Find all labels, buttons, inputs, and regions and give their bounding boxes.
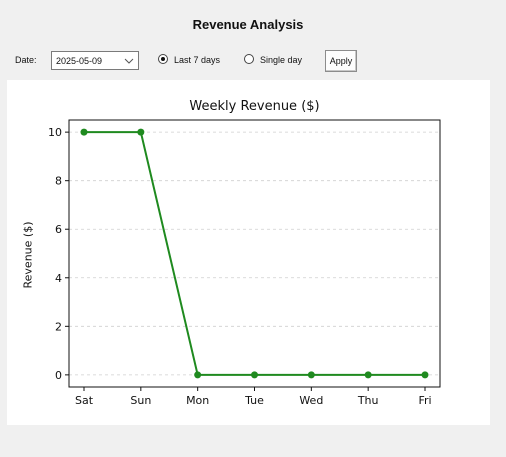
y-tick-label: 2	[55, 320, 62, 333]
data-point	[251, 371, 258, 379]
date-label: Date:	[15, 55, 37, 65]
x-tick-label: Tue	[244, 394, 264, 407]
y-tick-label: 10	[48, 126, 62, 139]
chevron-down-icon	[124, 58, 134, 64]
date-select-value: 2025-05-09	[56, 56, 103, 66]
data-point	[80, 128, 88, 136]
x-tick-label: Sun	[130, 394, 151, 407]
line-chart: 0 2 4 6 8 10 Sat Sun Mon Tue Wed Thu Fri	[48, 119, 441, 407]
x-tick-label: Mon	[186, 394, 209, 407]
radio-last-7-days[interactable]: Last 7 days	[158, 54, 228, 68]
radio-last-7-days-indicator	[158, 54, 168, 64]
x-tick-label: Thu	[357, 394, 379, 407]
chart-panel: Weekly Revenue ($) Revenue ($) 0 2 4 6 8 10 Sa…	[7, 80, 490, 425]
y-tick-label: 8	[55, 175, 62, 188]
radio-single-day[interactable]: Single day	[244, 54, 310, 68]
data-point	[364, 371, 372, 379]
data-point	[194, 371, 202, 379]
x-tick-label: Wed	[299, 394, 323, 407]
controls-bar: Date: 2025-05-09 Last 7 days Single day …	[0, 50, 506, 72]
date-select[interactable]: 2025-05-09	[51, 51, 139, 70]
apply-button[interactable]: Apply	[325, 50, 357, 72]
x-tick-label: Sat	[75, 394, 94, 407]
data-point	[421, 371, 429, 379]
series-line	[84, 131, 425, 376]
radio-single-day-indicator	[244, 54, 254, 64]
x-tick-label: Fri	[418, 394, 431, 407]
data-point	[307, 371, 315, 379]
window-title: Revenue Analysis	[192, 17, 304, 32]
radio-last-7-days-label: Last 7 days	[174, 55, 221, 65]
radio-single-day-label: Single day	[260, 55, 303, 65]
y-tick-label: 4	[55, 272, 62, 285]
y-tick-label: 0	[55, 369, 62, 382]
y-tick-label: 6	[55, 223, 62, 236]
data-point	[137, 128, 145, 136]
plot-frame	[68, 119, 441, 388]
